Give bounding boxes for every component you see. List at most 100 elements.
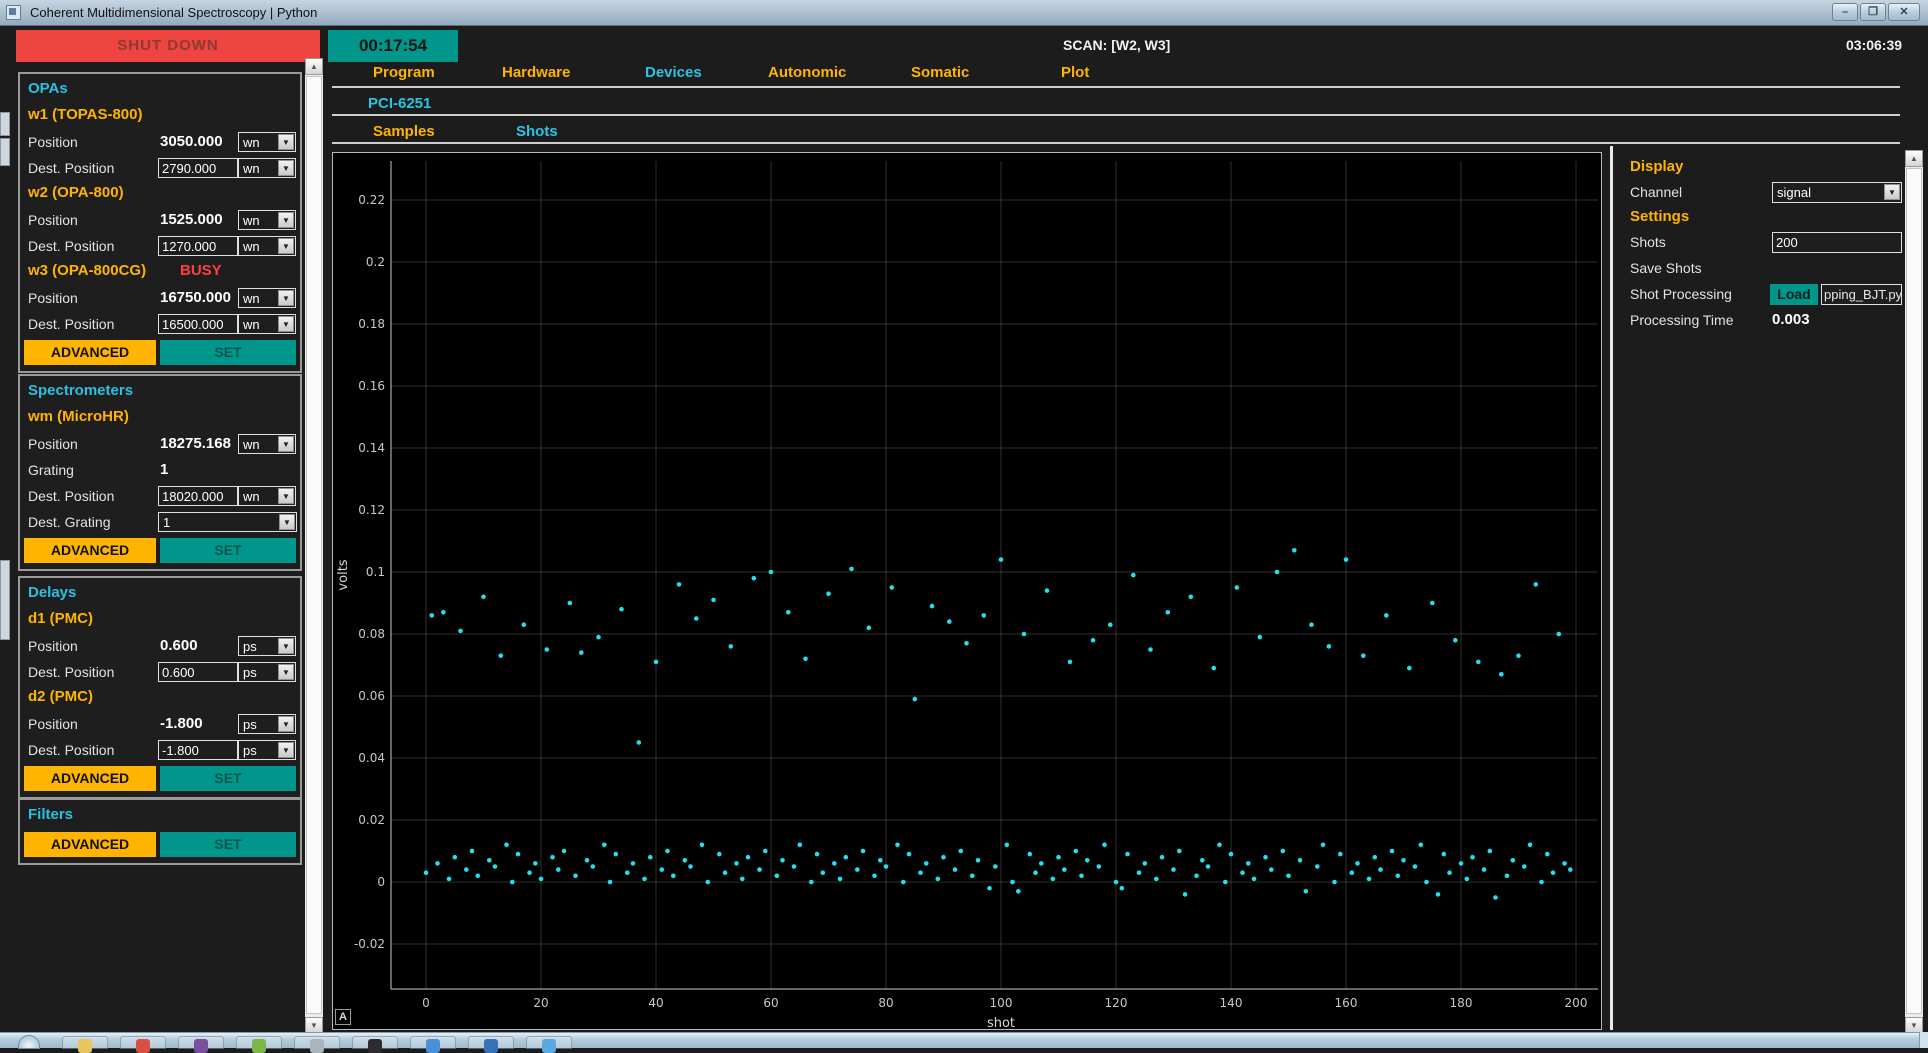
sidebar-scrollbar[interactable]: ▲ ▼ xyxy=(305,58,323,1034)
taskbar-browser-blue-icon[interactable] xyxy=(410,1036,456,1049)
data-point xyxy=(1097,864,1102,869)
taskbar-app-black-icon[interactable] xyxy=(352,1036,398,1049)
processing-script-field[interactable]: pping_BJT.py xyxy=(1821,284,1902,305)
row-label: Dest. Grating xyxy=(28,514,110,530)
unit-value: wn xyxy=(243,437,260,452)
shots-scatter-plot[interactable]: -0.0200.020.040.060.080.10.120.140.160.1… xyxy=(332,152,1602,1030)
chevron-down-icon[interactable]: ▼ xyxy=(1884,184,1900,200)
tab-devices[interactable]: Devices xyxy=(645,64,702,81)
set-button[interactable]: SET xyxy=(160,832,296,857)
chevron-down-icon[interactable]: ▼ xyxy=(278,436,294,452)
data-point xyxy=(993,864,998,869)
chevron-down-icon[interactable]: ▼ xyxy=(278,716,294,732)
data-point xyxy=(844,855,849,860)
chevron-down-icon[interactable]: ▼ xyxy=(278,290,294,306)
advanced-button[interactable]: ADVANCED xyxy=(24,832,156,857)
windows-taskbar[interactable] xyxy=(0,1032,1928,1048)
chevron-down-icon[interactable]: ▼ xyxy=(279,514,295,530)
minimize-button[interactable]: – xyxy=(1832,3,1858,21)
settings-scrollbar[interactable]: ▲ ▼ xyxy=(1905,150,1923,1034)
taskbar-editor-blue-icon[interactable] xyxy=(526,1036,572,1049)
data-point xyxy=(1309,622,1314,627)
set-button[interactable]: SET xyxy=(160,538,296,563)
dest-position-input[interactable] xyxy=(158,740,238,760)
chevron-down-icon[interactable]: ▼ xyxy=(278,134,294,150)
taskbar-app-green-icon[interactable] xyxy=(236,1036,282,1049)
show-desktop-button[interactable] xyxy=(1919,1032,1928,1048)
data-point xyxy=(1476,660,1481,665)
tab-somatic[interactable]: Somatic xyxy=(911,64,969,81)
channel-select[interactable]: signal ▼ xyxy=(1772,182,1902,203)
data-point xyxy=(487,858,492,863)
unit-value: ps xyxy=(243,743,257,758)
data-point xyxy=(706,880,711,885)
advanced-button[interactable]: ADVANCED xyxy=(24,538,156,563)
set-button[interactable]: SET xyxy=(160,766,296,791)
units-select[interactable]: wn▼ xyxy=(238,236,296,256)
chevron-down-icon[interactable]: ▼ xyxy=(278,488,294,504)
tab-autonomic[interactable]: Autonomic xyxy=(768,64,846,81)
start-orb[interactable] xyxy=(18,1035,40,1049)
units-select[interactable]: ps▼ xyxy=(238,662,296,682)
advanced-button[interactable]: ADVANCED xyxy=(24,340,156,365)
tab-program[interactable]: Program xyxy=(373,64,435,81)
dest-position-input[interactable] xyxy=(158,314,238,334)
tab-plot[interactable]: Plot xyxy=(1061,64,1089,81)
units-select[interactable]: wn▼ xyxy=(238,486,296,506)
units-select[interactable]: wn▼ xyxy=(238,210,296,230)
restore-button[interactable]: ❐ xyxy=(1860,3,1886,21)
row-label: Dest. Position xyxy=(28,316,114,332)
shots-input[interactable] xyxy=(1772,232,1902,253)
chevron-down-icon[interactable]: ▼ xyxy=(278,238,294,254)
units-select[interactable]: wn▼ xyxy=(238,314,296,334)
close-button[interactable]: ✕ xyxy=(1888,3,1920,21)
subtab-samples[interactable]: Samples xyxy=(373,123,435,140)
dest-position-input[interactable] xyxy=(158,236,238,256)
units-select[interactable]: wn▼ xyxy=(238,132,296,152)
set-button[interactable]: SET xyxy=(160,340,296,365)
units-select[interactable]: ps▼ xyxy=(238,636,296,656)
dest-position-input[interactable] xyxy=(158,662,238,682)
units-select[interactable]: wn▼ xyxy=(238,158,296,178)
chevron-down-icon[interactable]: ▼ xyxy=(278,664,294,680)
chevron-down-icon[interactable]: ▼ xyxy=(278,212,294,228)
data-point xyxy=(964,641,969,646)
device-tab-pci-6251[interactable]: PCI-6251 xyxy=(368,95,431,112)
chevron-down-icon[interactable]: ▼ xyxy=(278,160,294,176)
taskbar-window-blue-icon[interactable] xyxy=(468,1036,514,1049)
taskbar-folder-icon[interactable] xyxy=(62,1036,108,1049)
units-select[interactable]: wn▼ xyxy=(238,288,296,308)
autoscale-button[interactable]: A xyxy=(335,1009,351,1025)
units-select[interactable]: ps ▼ xyxy=(238,740,296,760)
dest-grating-select[interactable]: 1▼ xyxy=(158,512,297,532)
subtab-shots[interactable]: Shots xyxy=(516,123,558,140)
data-point xyxy=(562,849,567,854)
panel-title: Filters xyxy=(28,806,73,823)
data-point xyxy=(671,874,676,879)
taskbar-media-purple-icon[interactable] xyxy=(178,1036,224,1049)
scrollbar-thumb[interactable] xyxy=(1906,168,1922,1014)
data-point xyxy=(556,867,561,872)
dest-position-input[interactable] xyxy=(158,486,238,506)
scrollbar-thumb[interactable] xyxy=(306,76,322,1014)
data-point xyxy=(1367,877,1372,882)
data-point xyxy=(1091,638,1096,643)
taskbar-app-gray-icon[interactable] xyxy=(294,1036,340,1049)
data-point xyxy=(568,601,573,606)
taskbar-media-red-icon[interactable] xyxy=(120,1036,166,1049)
hardware-name: w2 (OPA-800) xyxy=(28,184,124,201)
chevron-down-icon[interactable]: ▼ xyxy=(278,638,294,654)
dest-position-input[interactable] xyxy=(158,158,238,178)
tab-hardware[interactable]: Hardware xyxy=(502,64,570,81)
chevron-down-icon[interactable]: ▼ xyxy=(278,316,294,332)
units-select[interactable]: ps▼ xyxy=(238,714,296,734)
load-script-button[interactable]: Load xyxy=(1770,284,1818,305)
advanced-button[interactable]: ADVANCED xyxy=(24,766,156,791)
units-select[interactable]: wn ▼ xyxy=(238,434,296,454)
data-point xyxy=(821,870,826,875)
shutdown-button[interactable]: SHUT DOWN xyxy=(16,30,320,62)
scroll-up-icon[interactable]: ▲ xyxy=(305,58,323,75)
chevron-down-icon[interactable]: ▼ xyxy=(278,742,294,758)
y-tick-label: 0.04 xyxy=(358,751,385,765)
scroll-up-icon[interactable]: ▲ xyxy=(1905,150,1923,167)
